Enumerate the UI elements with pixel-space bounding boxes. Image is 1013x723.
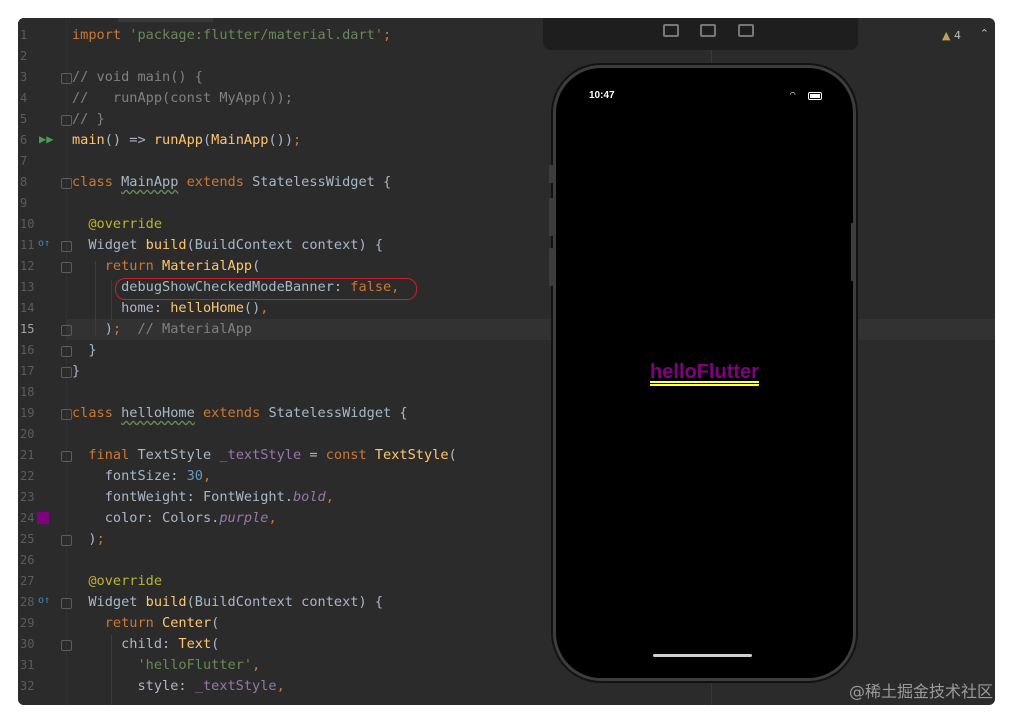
code-line[interactable]: // } bbox=[72, 109, 105, 130]
line-number: 14 bbox=[20, 301, 35, 315]
code-line[interactable]: color: Colors.purple, bbox=[72, 508, 277, 529]
fold-marker-icon[interactable] bbox=[61, 325, 72, 336]
line-number: 16 bbox=[20, 343, 35, 357]
line-number: 22 bbox=[20, 469, 35, 483]
battery-icon bbox=[808, 92, 822, 100]
indent-guide bbox=[111, 280, 112, 320]
volume-down-button bbox=[549, 248, 553, 286]
warning-icon: ▲ bbox=[942, 29, 951, 42]
line-number: 15 bbox=[20, 322, 35, 336]
indent-guide bbox=[95, 261, 96, 336]
code-line[interactable]: // void main() { bbox=[72, 67, 203, 88]
code-line[interactable]: child: Text( bbox=[72, 634, 219, 655]
fold-marker-icon[interactable] bbox=[61, 409, 72, 420]
line-number: 18 bbox=[20, 385, 35, 399]
hello-text: helloFlutter bbox=[650, 361, 759, 383]
fold-marker-icon[interactable] bbox=[61, 640, 72, 651]
line-number: 30 bbox=[20, 637, 35, 651]
annotation-highlight-box bbox=[115, 278, 417, 300]
code-line[interactable]: class helloHome extends StatelessWidget … bbox=[72, 403, 408, 424]
line-number: 20 bbox=[20, 427, 35, 441]
code-line[interactable]: style: _textStyle, bbox=[72, 676, 284, 697]
side-button bbox=[549, 165, 553, 183]
inspection-widget[interactable]: ▲ 4 bbox=[942, 29, 961, 42]
code-line[interactable]: home: helloHome(), bbox=[72, 298, 268, 319]
fold-marker-icon[interactable] bbox=[61, 73, 72, 84]
fold-marker-icon[interactable] bbox=[61, 241, 72, 252]
indent-guide bbox=[111, 635, 112, 705]
line-number: 8 bbox=[20, 175, 28, 189]
line-number: 12 bbox=[20, 259, 35, 273]
power-button bbox=[851, 223, 855, 281]
color-swatch-icon[interactable] bbox=[37, 512, 49, 524]
line-number: 7 bbox=[20, 154, 28, 168]
rotate-icon[interactable] bbox=[738, 24, 754, 37]
watermark: @稀土掘金技术社区 bbox=[848, 682, 993, 701]
code-editor[interactable]: 1 import 'package:flutter/material.dart';… bbox=[18, 18, 995, 705]
line-number: 32 bbox=[20, 679, 35, 693]
code-line[interactable]: @override bbox=[72, 214, 162, 235]
line-number: 13 bbox=[20, 280, 35, 294]
line-number: 26 bbox=[20, 553, 35, 567]
warning-count: 4 bbox=[954, 29, 961, 42]
simulator-toolbar bbox=[543, 18, 858, 50]
code-line[interactable]: fontWeight: FontWeight.bold, bbox=[72, 487, 334, 508]
home-indicator[interactable] bbox=[653, 654, 752, 657]
line-number: 9 bbox=[20, 196, 28, 210]
code-line[interactable]: return Center( bbox=[72, 613, 220, 634]
code-line[interactable]: return MaterialApp( bbox=[72, 256, 261, 277]
line-number: 25 bbox=[20, 532, 35, 546]
line-number: 21 bbox=[20, 448, 35, 462]
fold-marker-icon[interactable] bbox=[61, 535, 72, 546]
code-line[interactable]: import 'package:flutter/material.dart'; bbox=[72, 25, 391, 46]
code-line[interactable]: class MainApp extends StatelessWidget { bbox=[72, 172, 391, 193]
line-number: 17 bbox=[20, 364, 35, 378]
screenshot-icon[interactable] bbox=[663, 24, 679, 37]
override-icon[interactable]: o↑ bbox=[38, 595, 50, 606]
fold-marker-icon[interactable] bbox=[61, 262, 72, 273]
line-number: 4 bbox=[20, 91, 28, 105]
run-icon[interactable]: ▶▶ bbox=[39, 132, 53, 146]
chevron-up-icon[interactable]: ⌃ bbox=[980, 27, 989, 40]
code-line[interactable]: ); // MaterialApp bbox=[72, 319, 252, 340]
code-line[interactable]: // runApp(const MyApp()); bbox=[72, 88, 293, 109]
override-icon[interactable]: o↑ bbox=[38, 238, 50, 249]
line-number: 5 bbox=[20, 112, 28, 126]
code-line[interactable]: fontSize: 30, bbox=[72, 466, 211, 487]
code-line[interactable]: } bbox=[72, 340, 96, 361]
fold-marker-icon[interactable] bbox=[61, 598, 72, 609]
line-number: 31 bbox=[20, 658, 35, 672]
line-number: 23 bbox=[20, 490, 35, 504]
line-number: 2 bbox=[20, 49, 28, 63]
fold-marker-icon[interactable] bbox=[61, 451, 72, 462]
line-number: 27 bbox=[20, 574, 35, 588]
home-icon[interactable] bbox=[700, 24, 716, 37]
line-number: 3 bbox=[20, 70, 28, 84]
line-number: 29 bbox=[20, 616, 35, 630]
fold-marker-icon[interactable] bbox=[61, 367, 72, 378]
fold-marker-icon[interactable] bbox=[61, 178, 72, 189]
code-line[interactable]: final TextStyle _textStyle = const TextS… bbox=[72, 445, 456, 466]
wifi-icon: ◠ bbox=[790, 90, 796, 100]
fold-marker-icon[interactable] bbox=[61, 115, 72, 126]
tab-strip bbox=[118, 18, 213, 22]
code-line[interactable]: Widget build(BuildContext context) { bbox=[72, 592, 383, 613]
code-line[interactable]: ); bbox=[72, 529, 104, 550]
volume-up-button bbox=[549, 198, 553, 236]
line-number: 10 bbox=[20, 217, 35, 231]
code-line[interactable]: @override bbox=[72, 571, 162, 592]
line-number: 19 bbox=[20, 406, 35, 420]
status-time: 10:47 bbox=[589, 90, 615, 101]
phone-simulator[interactable]: 10:47 ◠ helloFlutter bbox=[553, 65, 856, 681]
code-line[interactable]: Widget build(BuildContext context) { bbox=[72, 235, 383, 256]
line-number: 1 bbox=[20, 28, 28, 42]
code-line[interactable]: main() => runApp(MainApp()); bbox=[72, 130, 301, 151]
code-line[interactable]: 'helloFlutter', bbox=[72, 655, 260, 676]
code-line[interactable]: } bbox=[72, 361, 80, 382]
fold-marker-icon[interactable] bbox=[61, 346, 72, 357]
